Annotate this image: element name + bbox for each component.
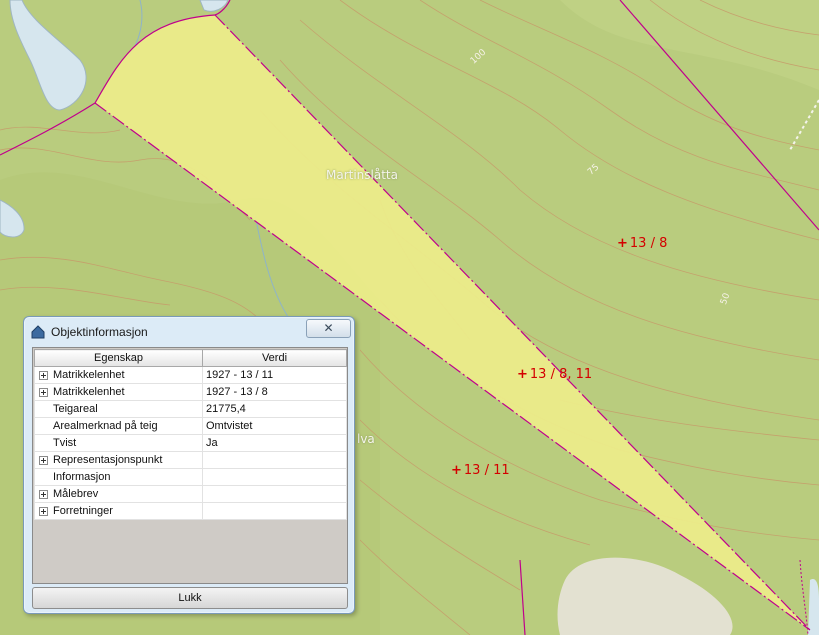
property-cell[interactable]: Tvist bbox=[34, 434, 203, 452]
property-cell[interactable]: Målebrev bbox=[34, 485, 203, 503]
dialog-titlebar[interactable]: Objektinformasjon ✕ bbox=[24, 317, 354, 345]
close-button[interactable]: ✕ bbox=[306, 319, 351, 338]
table-row[interactable]: Tvist Ja bbox=[34, 434, 347, 452]
table-row[interactable]: Matrikkelenhet 1927 - 13 / 8 bbox=[34, 383, 347, 401]
value-cell[interactable]: 1927 - 13 / 8 bbox=[202, 383, 347, 401]
parcel-marker: + bbox=[617, 236, 628, 251]
value-cell[interactable]: Omtvistet bbox=[202, 417, 347, 435]
parcel-label[interactable]: +13 / 8 bbox=[617, 236, 667, 251]
expand-plus-icon[interactable] bbox=[39, 489, 48, 499]
property-label: Forretninger bbox=[53, 505, 113, 517]
property-cell[interactable]: Arealmerknad på teig bbox=[34, 417, 203, 435]
property-label: Representasjonspunkt bbox=[53, 454, 163, 466]
dialog-title: Objektinformasjon bbox=[51, 325, 148, 339]
property-cell[interactable]: Matrikkelenhet bbox=[34, 366, 203, 384]
value-cell[interactable]: 1927 - 13 / 11 bbox=[202, 366, 347, 384]
value-cell[interactable] bbox=[202, 468, 347, 486]
house-icon bbox=[31, 325, 45, 339]
parcel-label-text: 13 / 11 bbox=[463, 463, 510, 478]
property-grid: Egenskap Verdi Matrikkelenhet 1927 - 13 /… bbox=[32, 347, 348, 584]
table-header-row: Egenskap Verdi bbox=[34, 349, 347, 367]
property-label: Målebrev bbox=[53, 488, 99, 500]
property-cell[interactable]: Forretninger bbox=[34, 502, 203, 520]
table-row[interactable]: Teigareal 21775,4 bbox=[34, 400, 347, 418]
value-cell[interactable] bbox=[202, 485, 347, 503]
column-header-property[interactable]: Egenskap bbox=[34, 349, 203, 367]
value-cell[interactable] bbox=[202, 451, 347, 469]
parcel-label[interactable]: +13 / 8, 11 bbox=[517, 367, 592, 382]
column-header-value[interactable]: Verdi bbox=[202, 349, 347, 367]
table-row[interactable]: Forretninger bbox=[34, 502, 347, 520]
property-cell[interactable]: Informasjon bbox=[34, 468, 203, 486]
value-cell[interactable]: Ja bbox=[202, 434, 347, 452]
table-row[interactable]: Arealmerknad på teig Omtvistet bbox=[34, 417, 347, 435]
property-label: Tvist bbox=[53, 437, 77, 449]
parcel-label-text: 13 / 8 bbox=[629, 236, 668, 251]
expand-plus-icon[interactable] bbox=[39, 506, 48, 516]
table-row[interactable]: Målebrev bbox=[34, 485, 347, 503]
parcel-marker: + bbox=[517, 367, 528, 382]
property-label: Informasjon bbox=[53, 471, 111, 483]
property-cell[interactable]: Representasjonspunkt bbox=[34, 451, 203, 469]
lukk-button[interactable]: Lukk bbox=[32, 587, 348, 609]
expand-plus-icon[interactable] bbox=[39, 370, 48, 380]
property-cell[interactable]: Teigareal bbox=[34, 400, 203, 418]
place-label-partial: lva bbox=[357, 432, 375, 446]
close-icon: ✕ bbox=[323, 321, 334, 335]
value-cell[interactable] bbox=[202, 502, 347, 520]
property-label: Teigareal bbox=[53, 403, 98, 415]
value-cell[interactable]: 21775,4 bbox=[202, 400, 347, 418]
expand-plus-icon[interactable] bbox=[39, 455, 48, 465]
property-label: Matrikkelenhet bbox=[53, 369, 125, 381]
parcel-marker: + bbox=[451, 463, 462, 478]
table-row[interactable]: Informasjon bbox=[34, 468, 347, 486]
table-row[interactable]: Representasjonspunkt bbox=[34, 451, 347, 469]
expand-plus-icon[interactable] bbox=[39, 387, 48, 397]
place-label: Martinslåtta bbox=[326, 168, 398, 182]
parcel-label[interactable]: +13 / 11 bbox=[451, 463, 510, 478]
property-cell[interactable]: Matrikkelenhet bbox=[34, 383, 203, 401]
property-label: Arealmerknad på teig bbox=[53, 420, 158, 432]
property-table: Egenskap Verdi Matrikkelenhet 1927 - 13 /… bbox=[34, 349, 347, 520]
property-label: Matrikkelenhet bbox=[53, 386, 125, 398]
parcel-label-text: 13 / 8, 11 bbox=[529, 367, 593, 382]
table-row[interactable]: Matrikkelenhet 1927 - 13 / 11 bbox=[34, 366, 347, 384]
object-info-dialog: Objektinformasjon ✕ Egenskap Verdi Matri… bbox=[23, 316, 355, 614]
